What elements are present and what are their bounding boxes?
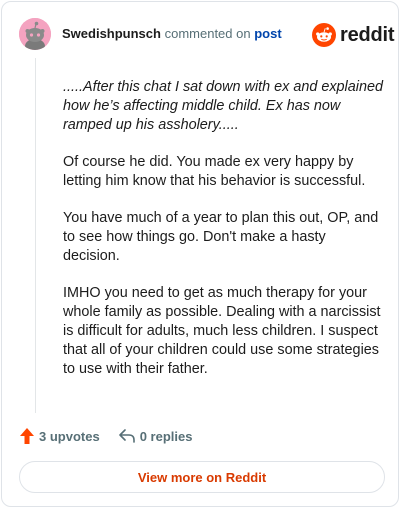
reddit-snoo-icon [312, 23, 336, 47]
reply-button[interactable]: 0 replies [118, 428, 193, 444]
comment-paragraph: You have much of a year to plan this out… [63, 210, 379, 264]
upvote-button[interactable]: 3 upvotes [19, 427, 100, 445]
comment-header: Swedishpunsch commented on post [62, 26, 282, 42]
snoo-avatar-icon [19, 18, 51, 50]
comment-paragraph-quote: .....After this chat I sat down with ex … [63, 79, 383, 133]
reddit-wordmark: reddit [340, 24, 395, 46]
comment-card: Swedishpunsch commented on post reddit .… [1, 1, 399, 507]
view-more-button[interactable]: View more on Reddit [19, 461, 385, 493]
avatar[interactable] [19, 18, 51, 50]
reddit-logo[interactable]: reddit [312, 23, 395, 47]
comment-paragraph: Of course he did. You made ex very happy… [63, 154, 366, 189]
reply-count: 0 replies [139, 428, 193, 444]
post-link[interactable]: post [254, 26, 281, 41]
thread-line [35, 58, 36, 413]
upvote-count: 3 upvotes [39, 428, 100, 444]
comment-actions: 3 upvotes 0 replies [19, 427, 192, 445]
username-link[interactable]: Swedishpunsch [62, 26, 161, 41]
commented-on-text: commented on [164, 26, 251, 41]
comment-paragraph: IMHO you need to get as much therapy for… [63, 285, 381, 377]
upvote-arrow-icon [20, 428, 34, 444]
reply-arrow-icon [118, 429, 135, 443]
comment-body: .....After this chat I sat down with ex … [63, 78, 383, 397]
